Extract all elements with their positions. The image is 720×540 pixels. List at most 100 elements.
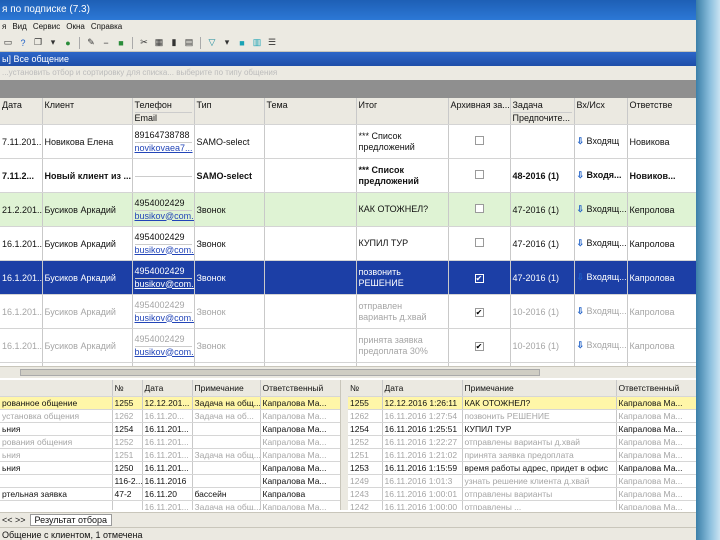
col-client[interactable]: Клиент: [42, 98, 133, 125]
menu-item-file[interactable]: я: [2, 20, 6, 34]
col-archive[interactable]: Архивная за...: [448, 98, 511, 125]
table-row[interactable]: 16.1.201...Бусиков Аркадий4954002429busi…: [0, 294, 696, 329]
col-type[interactable]: Тип: [194, 98, 265, 125]
cell-task[interactable]: 10-2016 (1): [510, 294, 575, 329]
menu-item-help[interactable]: Справка: [91, 20, 122, 34]
col-hist-num[interactable]: №: [348, 380, 383, 397]
list-item[interactable]: 1255 12.12.2016 1:26:11 КАК ОТОЖНЕЛ? Капрал…: [348, 396, 696, 410]
cyan-square-icon[interactable]: ■: [236, 37, 248, 49]
copy-icon[interactable]: ❐: [32, 37, 44, 49]
table-row[interactable]: 16.1.201...Бусиков Аркадий4954002429busi…: [0, 328, 696, 363]
tab-result-filter[interactable]: Результат отбора: [29, 514, 113, 526]
cell-email-link[interactable]: busikov@com...: [134, 243, 193, 256]
table-icon[interactable]: ▤: [183, 37, 195, 49]
archive-checkbox[interactable]: [474, 136, 484, 145]
cell-task[interactable]: 47-2016 (1): [510, 226, 575, 261]
cell-email-link[interactable]: busikov@com...: [134, 209, 193, 222]
cell-phone: 4954002429: [134, 231, 185, 242]
col-date[interactable]: Дата: [0, 98, 43, 125]
doc-cell-date: 16.11.201...: [142, 500, 193, 510]
tab-title[interactable]: ы] Все общение: [0, 52, 696, 66]
hist-cell-date: 16.11.2016 1:27:54: [382, 409, 463, 423]
col-result[interactable]: Итог: [356, 98, 449, 125]
col-hist-resp[interactable]: Ответственный: [616, 380, 696, 397]
archive-checkbox[interactable]: ✔: [474, 307, 484, 317]
chart-icon[interactable]: ▥: [251, 37, 263, 49]
archive-checkbox[interactable]: ✔: [474, 273, 484, 283]
table-row[interactable]: 21.2.201... Бусиков Аркадий 4954002429 busi…: [0, 192, 696, 227]
scissors-icon[interactable]: ✂: [138, 37, 150, 49]
cell-task[interactable]: 47-2016 (1): [510, 192, 575, 227]
cell-email-link[interactable]: busikov@com...: [134, 311, 193, 324]
archive-checkbox[interactable]: [474, 170, 484, 179]
table-row[interactable]: 7.11.2... Новый клиент из ... SAMO-select *…: [0, 158, 696, 193]
col-hist-note[interactable]: Примечание: [462, 380, 617, 397]
list-item[interactable]: 1252 16.11.2016 1:22:27 отправлены вариант…: [348, 435, 696, 449]
list-item[interactable]: 16.11.201... Задача на общ... Капралова Ма…: [0, 500, 340, 510]
menu-bar: я Вид Сервис Окна Справка: [0, 20, 696, 34]
cell-email-link[interactable]: novikovaea7...: [134, 141, 193, 154]
list-item[interactable]: 1262 16.11.2016 1:27:54 позвонить РЕШЕНИЕ К…: [348, 409, 696, 423]
cell-email-link[interactable]: [134, 175, 192, 177]
doc-cell-date: 16.11.201...: [142, 435, 193, 449]
menu-item-service[interactable]: Сервис: [33, 20, 60, 34]
list-icon[interactable]: ☰: [266, 37, 278, 49]
help-icon[interactable]: ?: [17, 37, 29, 49]
list-item[interactable]: ьния 1251 16.11.201... Задача на общ... Капр…: [0, 448, 340, 462]
nav-arrows[interactable]: << >>: [2, 515, 26, 525]
cell-task[interactable]: [510, 124, 575, 159]
horizontal-scrollbar[interactable]: [0, 366, 696, 378]
col-phone-email[interactable]: Телефон Email: [132, 98, 195, 125]
list-item[interactable]: ртельная заявка 47-2 16.11.20 бассейн Капрал…: [0, 487, 340, 501]
list-item[interactable]: 1253 16.11.2016 1:15:59 время работы адрес…: [348, 461, 696, 475]
archive-checkbox[interactable]: [474, 204, 484, 213]
table-row[interactable]: 7.11.201... Новикова Елена 89164738788 novi…: [0, 124, 696, 159]
scrollbar-thumb[interactable]: [20, 369, 540, 376]
list-item[interactable]: ьния 1254 16.11.201... Капралова Ма...: [0, 422, 340, 436]
table-row[interactable]: 16.1.201...Бусиков Аркадий4954002429busi…: [0, 226, 696, 261]
dash-icon[interactable]: −: [100, 37, 112, 49]
splitter-scrollbar[interactable]: [340, 380, 348, 510]
dropdown-icon[interactable]: ▾: [47, 37, 59, 49]
list-item[interactable]: ьния 1250 16.11.201... Капралова Ма...: [0, 461, 340, 475]
menu-item-windows[interactable]: Окна: [66, 20, 85, 34]
col-doc-date[interactable]: Дата: [142, 380, 193, 397]
col-doc-name[interactable]: [0, 380, 113, 397]
list-item[interactable]: установка общения 1262 16.11.20... Задача н…: [0, 409, 340, 423]
table-row[interactable]: 16.1.201...Бусиков Аркадий4954002429busi…: [0, 260, 696, 295]
col-doc-num[interactable]: №: [112, 380, 143, 397]
archive-checkbox[interactable]: [474, 238, 484, 247]
refresh-icon[interactable]: ●: [62, 37, 74, 49]
green-flag-icon[interactable]: ■: [115, 37, 127, 49]
list-item[interactable]: 1251 16.11.2016 1:21:02 принята заявка пре…: [348, 448, 696, 462]
col-hist-date[interactable]: Дата: [382, 380, 463, 397]
filter-bar[interactable]: ...установить отбор и сортировку для спи…: [0, 66, 696, 80]
cell-email-link[interactable]: busikov@com...: [134, 345, 193, 358]
list-item[interactable]: рованное общение 1255 12.12.201... Задача н…: [0, 396, 340, 410]
col-task[interactable]: Задача Предпочите...: [510, 98, 575, 125]
cell-task[interactable]: 48-2016 (1): [510, 158, 575, 193]
edit-icon[interactable]: ✎: [85, 37, 97, 49]
lock-icon[interactable]: ▮: [168, 37, 180, 49]
cell-task[interactable]: 47-2016 (1): [510, 260, 575, 295]
cell-task[interactable]: 10-2016 (1): [510, 328, 575, 363]
grid-icon[interactable]: ▦: [153, 37, 165, 49]
list-item[interactable]: 1254 16.11.2016 1:25:51 КУПИЛ ТУР Капралова…: [348, 422, 696, 436]
dropdown-icon[interactable]: ▾: [221, 37, 233, 49]
list-item[interactable]: рования общения 1252 16.11.201... Капралова…: [0, 435, 340, 449]
list-item[interactable]: 1242 16.11.2016 1:00:00 отправлены ... Капр…: [348, 500, 696, 510]
archive-checkbox[interactable]: ✔: [474, 341, 484, 351]
menu-item-view[interactable]: Вид: [12, 20, 26, 34]
col-topic[interactable]: Тема: [264, 98, 357, 125]
filter-icon[interactable]: ▽: [206, 37, 218, 49]
list-item[interactable]: 116-2... 16.11.2016 Капралова Ма...: [0, 474, 340, 488]
list-item[interactable]: 1243 16.11.2016 1:00:01 отправлены вариант…: [348, 487, 696, 501]
col-doc-note[interactable]: Примечание: [192, 380, 261, 397]
col-inout[interactable]: Вх/Исх: [574, 98, 628, 125]
status-tabs: << >> Результат отбора: [0, 513, 696, 527]
document-icon[interactable]: ▭: [2, 37, 14, 49]
list-item[interactable]: 1249 16.11.2016 1:01:3 узнать решение клие…: [348, 474, 696, 488]
cell-email-link[interactable]: busikov@com...: [134, 277, 193, 290]
col-responsible[interactable]: Ответстве: [627, 98, 696, 125]
col-doc-resp[interactable]: Ответственный: [260, 380, 340, 397]
